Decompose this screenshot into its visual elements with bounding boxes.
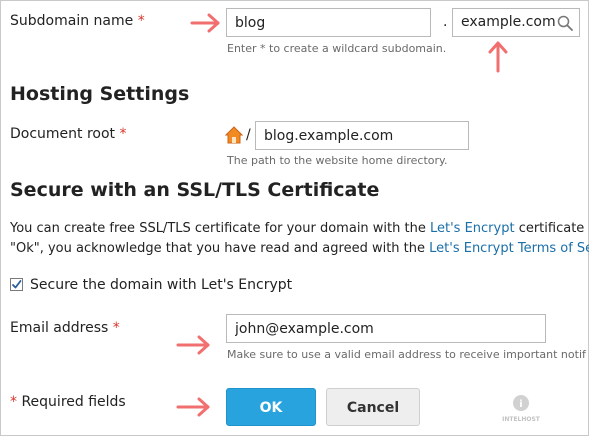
email-label: Email address * (10, 320, 120, 336)
ssl-description-text: certificate a (514, 221, 589, 236)
required-mark: * (119, 126, 127, 142)
watermark-text: INTELHOST (502, 416, 540, 423)
ok-button[interactable]: OK (226, 388, 316, 426)
ssl-description-text: You can create free SSL/TLS certificate … (10, 221, 430, 236)
email-label-text: Email address (10, 320, 109, 336)
lets-encrypt-checkbox-label[interactable]: Secure the domain with Let's Encrypt (30, 277, 292, 293)
document-root-hint: The path to the website home directory. (227, 154, 448, 167)
ssl-heading: Secure with an SSL/TLS Certificate (10, 179, 380, 201)
subdomain-label-text: Subdomain name (10, 13, 134, 29)
required-mark: * (137, 13, 145, 29)
ssl-description-text: "Ok", you acknowledge that you have read… (10, 241, 430, 256)
home-icon (225, 126, 243, 144)
document-root-label: Document root * (10, 126, 127, 142)
document-root-label-text: Document root (10, 126, 116, 142)
required-fields-text: Required fields (21, 394, 126, 410)
search-icon (557, 15, 573, 31)
required-fields-note: * Required fields (10, 394, 126, 410)
arrow-right-icon (176, 397, 210, 417)
ssl-description-line2: "Ok", you acknowledge that you have read… (10, 241, 589, 256)
required-mark: * (112, 320, 120, 336)
lets-encrypt-checkbox[interactable] (10, 278, 23, 291)
arrow-right-icon (176, 335, 210, 355)
document-root-input[interactable] (255, 121, 469, 150)
intelhost-watermark: i INTELHOST (498, 394, 544, 423)
subdomain-label: Subdomain name * (10, 13, 145, 29)
arrow-up-icon (488, 41, 508, 73)
ssl-description-line1: You can create free SSL/TLS certificate … (10, 221, 589, 236)
hosting-settings-heading: Hosting Settings (10, 83, 190, 105)
intelhost-logo-icon: i (513, 395, 529, 411)
email-input[interactable] (226, 314, 546, 343)
cancel-button[interactable]: Cancel (326, 388, 420, 426)
subdomain-input[interactable] (226, 8, 431, 37)
domain-select[interactable]: example.com (452, 8, 580, 37)
email-hint: Make sure to use a valid email address t… (227, 348, 586, 361)
path-slash: / (246, 127, 251, 143)
arrow-right-icon (190, 13, 220, 33)
required-mark: * (10, 394, 17, 410)
domain-select-value: example.com (461, 14, 556, 30)
lets-encrypt-terms-link[interactable]: Let's Encrypt Terms of Se (429, 241, 589, 256)
checkmark-icon (12, 280, 22, 289)
subdomain-hint: Enter * to create a wildcard subdomain. (227, 42, 447, 55)
svg-text:i: i (519, 399, 522, 410)
domain-dot: . (443, 14, 448, 30)
lets-encrypt-link[interactable]: Let's Encrypt (430, 221, 515, 236)
